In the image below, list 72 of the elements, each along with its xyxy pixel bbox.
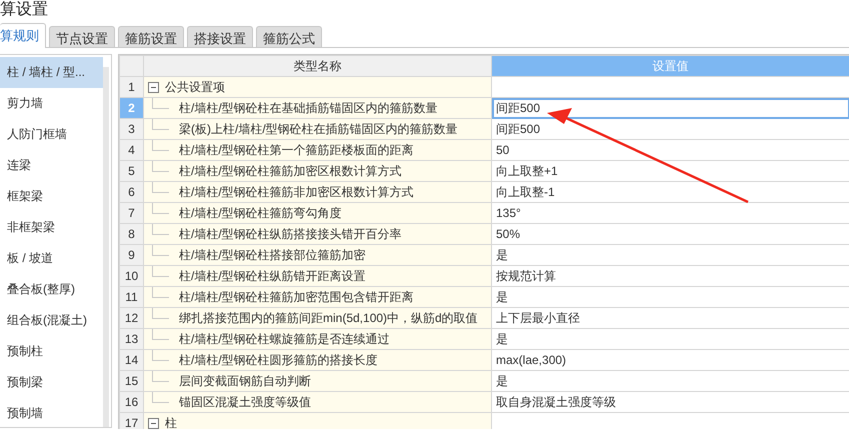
sidebar-item[interactable]: 框架梁 — [0, 181, 103, 212]
row-number[interactable]: 10 — [120, 266, 144, 286]
row-number[interactable]: 7 — [120, 202, 144, 224]
tree-connector — [152, 182, 169, 192]
row-number[interactable]: 11 — [120, 286, 144, 308]
tree-connector — [152, 118, 169, 130]
collapse-icon[interactable] — [148, 82, 159, 92]
tab[interactable]: 箍筋设置 — [118, 26, 184, 47]
setting-name: 柱/墙柱/型钢砼柱螺旋箍筋是否连续通过 — [179, 330, 390, 348]
sidebar-item[interactable]: 非框架梁 — [0, 212, 103, 243]
row-number: 1 — [120, 76, 144, 98]
tree-connector — [152, 160, 169, 172]
sidebar-item[interactable]: 叠合板(整厚) — [0, 274, 103, 305]
tree-connector — [152, 308, 169, 318]
row-number[interactable]: 13 — [120, 328, 144, 350]
row-number[interactable]: 9 — [120, 244, 144, 266]
sidebar-item[interactable]: 预制墙 — [0, 398, 103, 427]
tree-connector — [152, 98, 169, 108]
row-number[interactable]: 16 — [120, 392, 144, 412]
setting-name: 梁(板)上柱/墙柱/型钢砼柱在插筋锚固区内的箍筋数量 — [179, 120, 458, 138]
tree-connector — [152, 224, 169, 234]
tree-connector — [152, 244, 169, 256]
tree-connector — [152, 266, 169, 276]
row-number[interactable]: 12 — [120, 308, 144, 328]
tab[interactable]: 搭接设置 — [187, 26, 253, 47]
setting-name: 层间变截面钢筋自动判断 — [179, 372, 311, 390]
sidebar-item[interactable]: 连梁 — [0, 150, 103, 181]
scrollbar[interactable] — [103, 67, 109, 427]
setting-name: 柱/墙柱/型钢砼柱箍筋加密范围包含错开距离 — [179, 288, 414, 306]
sidebar-item[interactable]: 预制梁 — [0, 367, 103, 398]
row-number[interactable]: 5 — [120, 160, 144, 182]
row-number[interactable]: 4 — [120, 140, 144, 160]
setting-name: 柱/墙柱/型钢砼柱纵筋错开距离设置 — [179, 268, 366, 284]
sidebar-item[interactable]: 剪力墙 — [0, 88, 103, 119]
setting-name: 柱/墙柱/型钢砼柱搭接部位箍筋加密 — [179, 246, 366, 264]
group-label: 公共设置项 — [165, 78, 225, 96]
tree-connector — [152, 286, 169, 298]
setting-name: 绑扎搭接范围内的箍筋间距min(5d,100)中，纵筋d的取值 — [179, 310, 478, 326]
tree-connector — [152, 370, 169, 382]
setting-name: 柱/墙柱/型钢砼柱箍筋非加密区根数计算方式 — [179, 184, 414, 200]
row-number[interactable]: 15 — [120, 370, 144, 392]
row-number[interactable]: 3 — [120, 118, 144, 140]
sidebar-item[interactable]: 板 / 坡道 — [0, 243, 103, 274]
tree-connector — [152, 328, 169, 340]
setting-name: 锚固区混凝土强度等级值 — [179, 394, 311, 410]
group-label: 柱 — [165, 414, 177, 429]
row-number: 17 — [120, 412, 144, 429]
sidebar-item[interactable]: 人防门框墙 — [0, 119, 103, 150]
tree-connector — [152, 392, 169, 402]
collapse-icon[interactable] — [148, 418, 159, 428]
setting-name: 柱/墙柱/型钢砼柱在基础插筋锚固区内的箍筋数量 — [179, 100, 438, 116]
tree-connector — [152, 202, 169, 214]
tree-connector — [152, 350, 169, 360]
setting-name: 柱/墙柱/型钢砼柱第一个箍筋距楼板面的距离 — [179, 142, 414, 158]
setting-name: 柱/墙柱/型钢砼柱箍筋弯勾角度 — [179, 204, 342, 222]
row-number[interactable]: 8 — [120, 224, 144, 244]
setting-name: 柱/墙柱/型钢砼柱圆形箍筋的搭接长度 — [179, 352, 378, 368]
tab[interactable]: 箍筋公式 — [256, 26, 322, 47]
tab[interactable]: 算规则 — [0, 23, 46, 48]
column-header: 设置值 — [492, 56, 849, 76]
tree-connector — [152, 140, 169, 150]
row-number[interactable]: 14 — [120, 350, 144, 370]
tab[interactable]: 节点设置 — [49, 26, 115, 47]
setting-value[interactable]: 间距500 — [492, 98, 849, 118]
sidebar-item[interactable]: 预制柱 — [0, 336, 103, 367]
setting-name: 柱/墙柱/型钢砼柱纵筋搭接接头错开百分率 — [179, 226, 402, 242]
window-title: 算设置 — [0, 0, 49, 20]
sidebar-item[interactable]: 柱 / 墙柱 / 型... — [0, 57, 103, 88]
sidebar-item[interactable]: 组合板(混凝土) — [0, 305, 103, 336]
setting-name: 柱/墙柱/型钢砼柱箍筋加密区根数计算方式 — [179, 162, 402, 180]
row-number[interactable]: 6 — [120, 182, 144, 202]
column-header: 类型名称 — [144, 56, 492, 76]
